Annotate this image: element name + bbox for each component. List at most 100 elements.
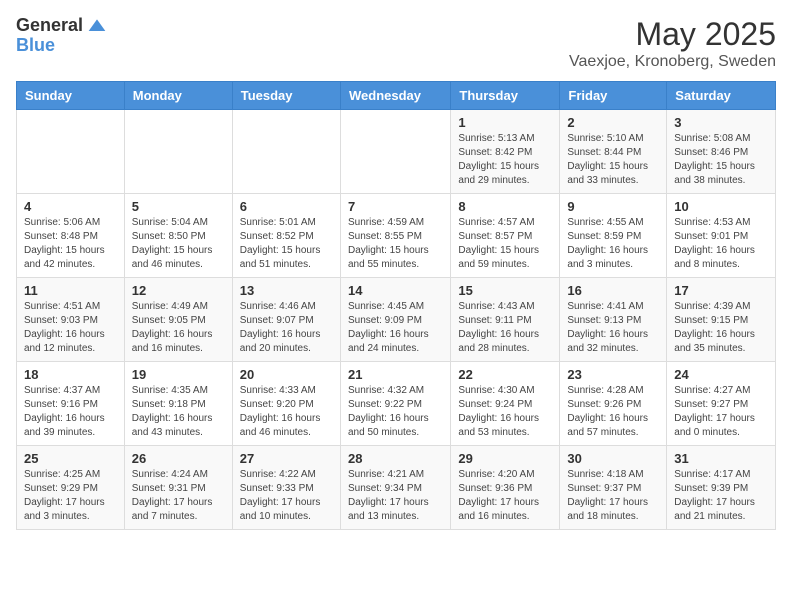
day-number: 13: [240, 283, 333, 298]
calendar-cell: [340, 110, 450, 194]
day-number: 10: [674, 199, 768, 214]
day-info: Sunrise: 4:18 AM Sunset: 9:37 PM Dayligh…: [567, 468, 659, 524]
day-info: Sunrise: 4:43 AM Sunset: 9:11 PM Dayligh…: [458, 300, 552, 356]
day-number: 20: [240, 367, 333, 382]
day-info: Sunrise: 4:22 AM Sunset: 9:33 PM Dayligh…: [240, 468, 333, 524]
day-number: 28: [348, 451, 443, 466]
page-header: General Blue May 2025 Vaexjoe, Kronoberg…: [16, 16, 776, 71]
day-number: 22: [458, 367, 552, 382]
day-info: Sunrise: 4:57 AM Sunset: 8:57 PM Dayligh…: [458, 216, 552, 272]
day-number: 29: [458, 451, 552, 466]
calendar-cell: 30 Sunrise: 4:18 AM Sunset: 9:37 PM Dayli…: [560, 446, 667, 530]
calendar-cell: 13 Sunrise: 4:46 AM Sunset: 9:07 PM Dayli…: [232, 278, 340, 362]
day-number: 14: [348, 283, 443, 298]
day-number: 23: [567, 367, 659, 382]
day-number: 17: [674, 283, 768, 298]
calendar-cell: 9 Sunrise: 4:55 AM Sunset: 8:59 PM Daylig…: [560, 194, 667, 278]
day-number: 15: [458, 283, 552, 298]
calendar-cell: 27 Sunrise: 4:22 AM Sunset: 9:33 PM Dayli…: [232, 446, 340, 530]
day-info: Sunrise: 5:04 AM Sunset: 8:50 PM Dayligh…: [132, 216, 225, 272]
weekday-header: Sunday: [17, 82, 125, 110]
calendar-cell: 3 Sunrise: 5:08 AM Sunset: 8:46 PM Daylig…: [667, 110, 776, 194]
weekday-header: Tuesday: [232, 82, 340, 110]
weekday-header: Thursday: [451, 82, 560, 110]
weekday-header: Wednesday: [340, 82, 450, 110]
weekday-header: Friday: [560, 82, 667, 110]
day-number: 19: [132, 367, 225, 382]
calendar-cell: 22 Sunrise: 4:30 AM Sunset: 9:24 PM Dayli…: [451, 362, 560, 446]
day-number: 12: [132, 283, 225, 298]
weekday-header: Saturday: [667, 82, 776, 110]
day-info: Sunrise: 5:10 AM Sunset: 8:44 PM Dayligh…: [567, 132, 659, 188]
calendar-cell: 18 Sunrise: 4:37 AM Sunset: 9:16 PM Dayli…: [17, 362, 125, 446]
day-number: 21: [348, 367, 443, 382]
day-number: 27: [240, 451, 333, 466]
day-number: 3: [674, 115, 768, 130]
day-info: Sunrise: 5:13 AM Sunset: 8:42 PM Dayligh…: [458, 132, 552, 188]
calendar-cell: 23 Sunrise: 4:28 AM Sunset: 9:26 PM Dayli…: [560, 362, 667, 446]
day-info: Sunrise: 4:35 AM Sunset: 9:18 PM Dayligh…: [132, 384, 225, 440]
day-info: Sunrise: 4:33 AM Sunset: 9:20 PM Dayligh…: [240, 384, 333, 440]
logo-blue-text: Blue: [16, 36, 107, 56]
day-info: Sunrise: 4:30 AM Sunset: 9:24 PM Dayligh…: [458, 384, 552, 440]
day-info: Sunrise: 4:20 AM Sunset: 9:36 PM Dayligh…: [458, 468, 552, 524]
day-number: 30: [567, 451, 659, 466]
calendar-cell: 4 Sunrise: 5:06 AM Sunset: 8:48 PM Daylig…: [17, 194, 125, 278]
day-number: 18: [24, 367, 117, 382]
calendar-cell: 2 Sunrise: 5:10 AM Sunset: 8:44 PM Daylig…: [560, 110, 667, 194]
day-info: Sunrise: 4:46 AM Sunset: 9:07 PM Dayligh…: [240, 300, 333, 356]
day-info: Sunrise: 4:21 AM Sunset: 9:34 PM Dayligh…: [348, 468, 443, 524]
calendar-cell: 15 Sunrise: 4:43 AM Sunset: 9:11 PM Dayli…: [451, 278, 560, 362]
day-info: Sunrise: 4:27 AM Sunset: 9:27 PM Dayligh…: [674, 384, 768, 440]
calendar-cell: 17Sunrise: 4:39 AM Sunset: 9:15 PM Dayli…: [667, 278, 776, 362]
calendar-cell: 12 Sunrise: 4:49 AM Sunset: 9:05 PM Dayli…: [124, 278, 232, 362]
day-info: Sunrise: 4:45 AM Sunset: 9:09 PM Dayligh…: [348, 300, 443, 356]
day-info: Sunrise: 5:06 AM Sunset: 8:48 PM Dayligh…: [24, 216, 117, 272]
calendar-cell: 5 Sunrise: 5:04 AM Sunset: 8:50 PM Daylig…: [124, 194, 232, 278]
calendar-cell: 20 Sunrise: 4:33 AM Sunset: 9:20 PM Dayli…: [232, 362, 340, 446]
day-info: Sunrise: 4:41 AM Sunset: 9:13 PM Dayligh…: [567, 300, 659, 356]
day-info: Sunrise: 4:49 AM Sunset: 9:05 PM Dayligh…: [132, 300, 225, 356]
day-number: 25: [24, 451, 117, 466]
day-info: Sunrise: 4:17 AM Sunset: 9:39 PM Dayligh…: [674, 468, 768, 524]
day-number: 9: [567, 199, 659, 214]
day-number: 4: [24, 199, 117, 214]
calendar-cell: 1 Sunrise: 5:13 AM Sunset: 8:42 PM Daylig…: [451, 110, 560, 194]
day-info: Sunrise: 4:59 AM Sunset: 8:55 PM Dayligh…: [348, 216, 443, 272]
calendar-cell: 6 Sunrise: 5:01 AM Sunset: 8:52 PM Daylig…: [232, 194, 340, 278]
day-number: 8: [458, 199, 552, 214]
day-number: 7: [348, 199, 443, 214]
day-number: 26: [132, 451, 225, 466]
day-number: 11: [24, 283, 117, 298]
day-info: Sunrise: 4:55 AM Sunset: 8:59 PM Dayligh…: [567, 216, 659, 272]
day-info: Sunrise: 4:53 AM Sunset: 9:01 PM Dayligh…: [674, 216, 768, 272]
day-info: Sunrise: 4:37 AM Sunset: 9:16 PM Dayligh…: [24, 384, 117, 440]
day-number: 5: [132, 199, 225, 214]
title-block: May 2025 Vaexjoe, Kronoberg, Sweden: [569, 16, 776, 71]
day-number: 2: [567, 115, 659, 130]
day-number: 6: [240, 199, 333, 214]
calendar-cell: 16Sunrise: 4:41 AM Sunset: 9:13 PM Dayli…: [560, 278, 667, 362]
logo-general-text: General: [16, 16, 83, 36]
weekday-header: Monday: [124, 82, 232, 110]
day-info: Sunrise: 5:08 AM Sunset: 8:46 PM Dayligh…: [674, 132, 768, 188]
calendar-cell: 14 Sunrise: 4:45 AM Sunset: 9:09 PM Dayli…: [340, 278, 450, 362]
calendar-cell: 25 Sunrise: 4:25 AM Sunset: 9:29 PM Dayli…: [17, 446, 125, 530]
calendar-cell: 29 Sunrise: 4:20 AM Sunset: 9:36 PM Dayli…: [451, 446, 560, 530]
month-title: May 2025: [569, 16, 776, 53]
calendar-cell: 8 Sunrise: 4:57 AM Sunset: 8:57 PM Daylig…: [451, 194, 560, 278]
day-number: 1: [458, 115, 552, 130]
day-info: Sunrise: 4:28 AM Sunset: 9:26 PM Dayligh…: [567, 384, 659, 440]
calendar-cell: [124, 110, 232, 194]
calendar-cell: 31 Sunrise: 4:17 AM Sunset: 9:39 PM Dayli…: [667, 446, 776, 530]
calendar-cell: 11Sunrise: 4:51 AM Sunset: 9:03 PM Dayli…: [17, 278, 125, 362]
logo: General Blue: [16, 16, 107, 56]
day-info: Sunrise: 4:25 AM Sunset: 9:29 PM Dayligh…: [24, 468, 117, 524]
calendar-cell: [17, 110, 125, 194]
day-info: Sunrise: 4:32 AM Sunset: 9:22 PM Dayligh…: [348, 384, 443, 440]
calendar-cell: 7 Sunrise: 4:59 AM Sunset: 8:55 PM Daylig…: [340, 194, 450, 278]
calendar-cell: 28 Sunrise: 4:21 AM Sunset: 9:34 PM Dayli…: [340, 446, 450, 530]
day-number: 31: [674, 451, 768, 466]
day-info: Sunrise: 5:01 AM Sunset: 8:52 PM Dayligh…: [240, 216, 333, 272]
calendar-cell: 10 Sunrise: 4:53 AM Sunset: 9:01 PM Dayli…: [667, 194, 776, 278]
